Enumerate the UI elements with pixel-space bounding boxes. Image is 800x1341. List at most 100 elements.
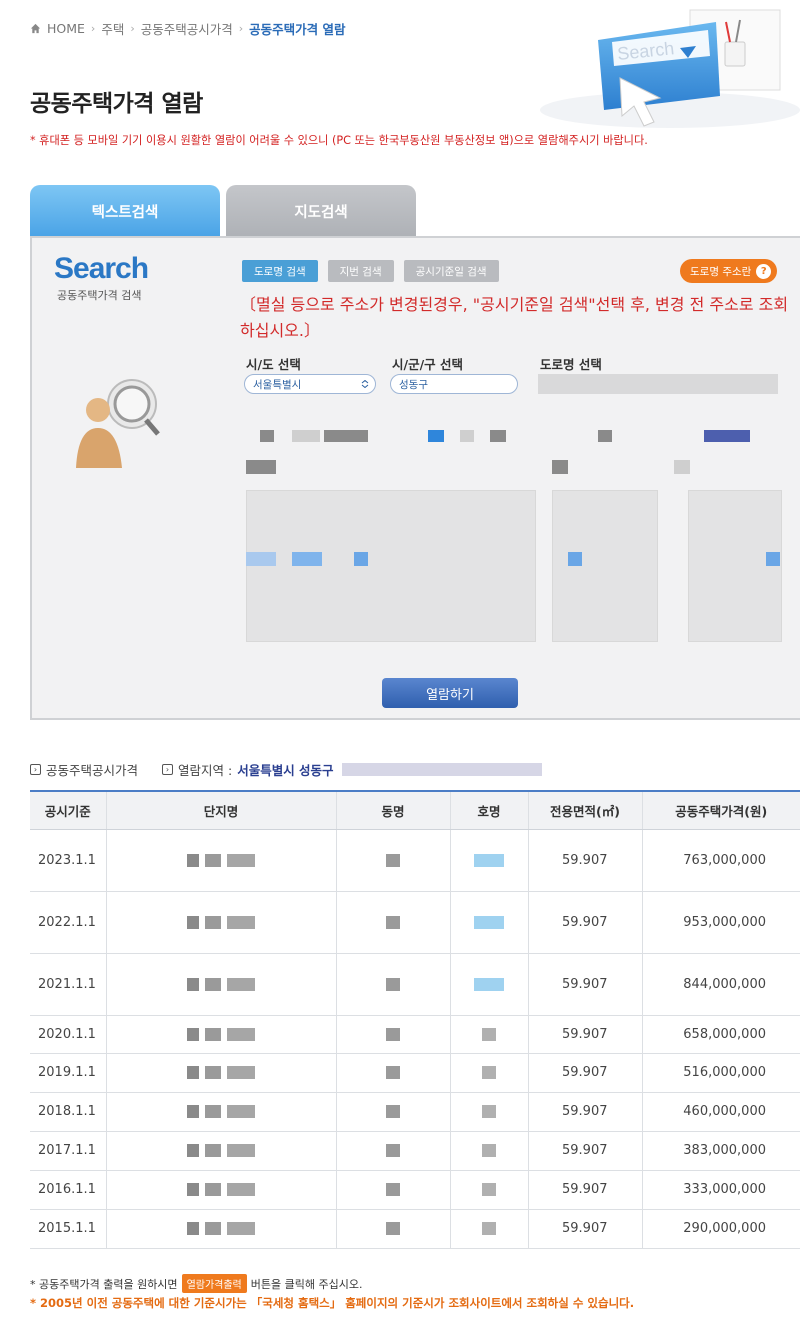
blurred-text [187,1183,199,1196]
cell-area: 59.907 [528,891,643,954]
blurred-text [205,915,221,929]
blurred-text [482,1144,496,1157]
blurred-text [386,1105,400,1118]
building-list[interactable] [552,490,658,642]
arrow-box-icon: › [30,764,41,775]
question-icon: ? [756,263,772,279]
blurred-text [386,1144,400,1157]
col-unit: 호명 [450,790,529,830]
search-logo: Search [54,252,149,285]
blurred-text [482,1183,496,1196]
cell-unit [450,1170,529,1210]
cell-unit [450,1131,529,1171]
base-date-search-button[interactable]: 공시기준일 검색 [403,260,499,282]
blurred-text [187,1222,199,1235]
cell-area: 59.907 [528,1092,643,1132]
cell-unit [450,891,529,954]
breadcrumb-item-housing[interactable]: 주택 [101,19,124,38]
cell-base-date: 2023.1.1 [30,829,107,892]
pre-2005-notice: * 2005년 이전 공동주택에 대한 기준시가는 「국세청 홈택스」 홈페이지… [30,1296,635,1310]
blurred-text [227,1027,255,1041]
blurred-text [205,1105,221,1118]
road-address-help-button[interactable]: 도로명 주소란 ? [680,259,778,283]
breadcrumb-item-public-price[interactable]: 공동주택공시가격 [141,19,233,38]
blurred-text [187,915,199,929]
breadcrumb-current: 공동주택가격 열람 [249,22,346,37]
cell-building [336,1170,451,1210]
road-name-search-button[interactable]: 도로명 검색 [242,260,318,282]
cell-complex-name [106,1015,337,1054]
cell-building [336,1015,451,1054]
blurred-text [474,977,504,991]
search-logo-subtitle: 공동주택가격 검색 [57,289,142,302]
sido-label: 시/도 선택 [246,357,301,372]
region-value: 서울특별시 성동구 [237,763,334,778]
blurred-text [490,430,506,442]
blurred-text [552,460,568,474]
print-price-button[interactable]: 열람가격출력 [181,1274,247,1293]
blurred-text [227,1066,255,1079]
road-select[interactable] [538,374,778,394]
person-magnifier-illustration [76,379,160,468]
cell-building [336,1092,451,1132]
blurred-text [187,1066,199,1079]
table-row: 2018.1.1 59.907 460,000,000 [30,1092,800,1132]
table-row: 2023.1.1 59.907 763,000,000 [30,829,800,892]
cell-unit [450,1015,529,1054]
cell-price: 658,000,000 [642,1015,800,1054]
blurred-text [227,1105,255,1118]
lot-number-search-button[interactable]: 지번 검색 [327,260,394,282]
blurred-text [205,1222,221,1235]
cell-building [336,1209,451,1249]
cell-complex-name [106,1092,337,1132]
blurred-text [386,1027,400,1041]
blurred-text [292,430,320,442]
blurred-text [292,552,322,566]
cell-building [336,891,451,954]
blurred-text [482,1105,496,1118]
mobile-notice: * 휴대폰 등 모바일 기기 이용시 원활한 열람이 어려울 수 있으니 (PC… [30,134,648,147]
cell-base-date: 2019.1.1 [30,1053,107,1093]
cell-complex-name [106,829,337,892]
sigungu-select[interactable]: 성동구 [390,374,518,394]
tab-text-search[interactable]: 텍스트검색 [30,185,220,237]
cell-area: 59.907 [528,1131,643,1171]
blurred-text [227,1144,255,1157]
blurred-text [674,460,690,474]
blurred-text [205,1144,221,1157]
complex-list[interactable] [246,490,536,642]
sido-select[interactable]: 서울특별시 [244,374,376,394]
unit-list[interactable] [688,490,782,642]
region-label: 열람지역 : [178,763,233,778]
search-monitor-illustration: Search [540,9,800,128]
result-heading: › 공동주택공시가격 › 열람지역 : 서울특별시 성동구 [30,760,545,779]
cell-base-date: 2021.1.1 [30,953,107,1016]
tab-map-search[interactable]: 지도검색 [226,185,416,237]
blurred-text [205,1027,221,1041]
cell-base-date: 2015.1.1 [30,1209,107,1249]
cell-price: 844,000,000 [642,953,800,1016]
blurred-text [460,430,474,442]
blurred-text [386,977,400,991]
cell-complex-name [106,1131,337,1171]
breadcrumb-home[interactable]: HOME [47,21,85,36]
cell-price: 460,000,000 [642,1092,800,1132]
blurred-text [227,1183,255,1196]
blurred-text [568,552,582,566]
cell-price: 333,000,000 [642,1170,800,1210]
blurred-text [386,915,400,929]
updown-chevron-icon [361,380,369,388]
blurred-text [187,1144,199,1157]
cell-base-date: 2018.1.1 [30,1092,107,1132]
cell-area: 59.907 [528,1170,643,1210]
cell-price: 383,000,000 [642,1131,800,1171]
cell-price: 516,000,000 [642,1053,800,1093]
view-button[interactable]: 열람하기 [382,678,518,708]
chevron-right-icon: › [130,22,135,35]
cell-unit [450,829,529,892]
cell-complex-name [106,1170,337,1210]
blurred-text [354,552,368,566]
blurred-text [386,853,400,867]
cell-complex-name [106,1209,337,1249]
cell-building [336,1131,451,1171]
